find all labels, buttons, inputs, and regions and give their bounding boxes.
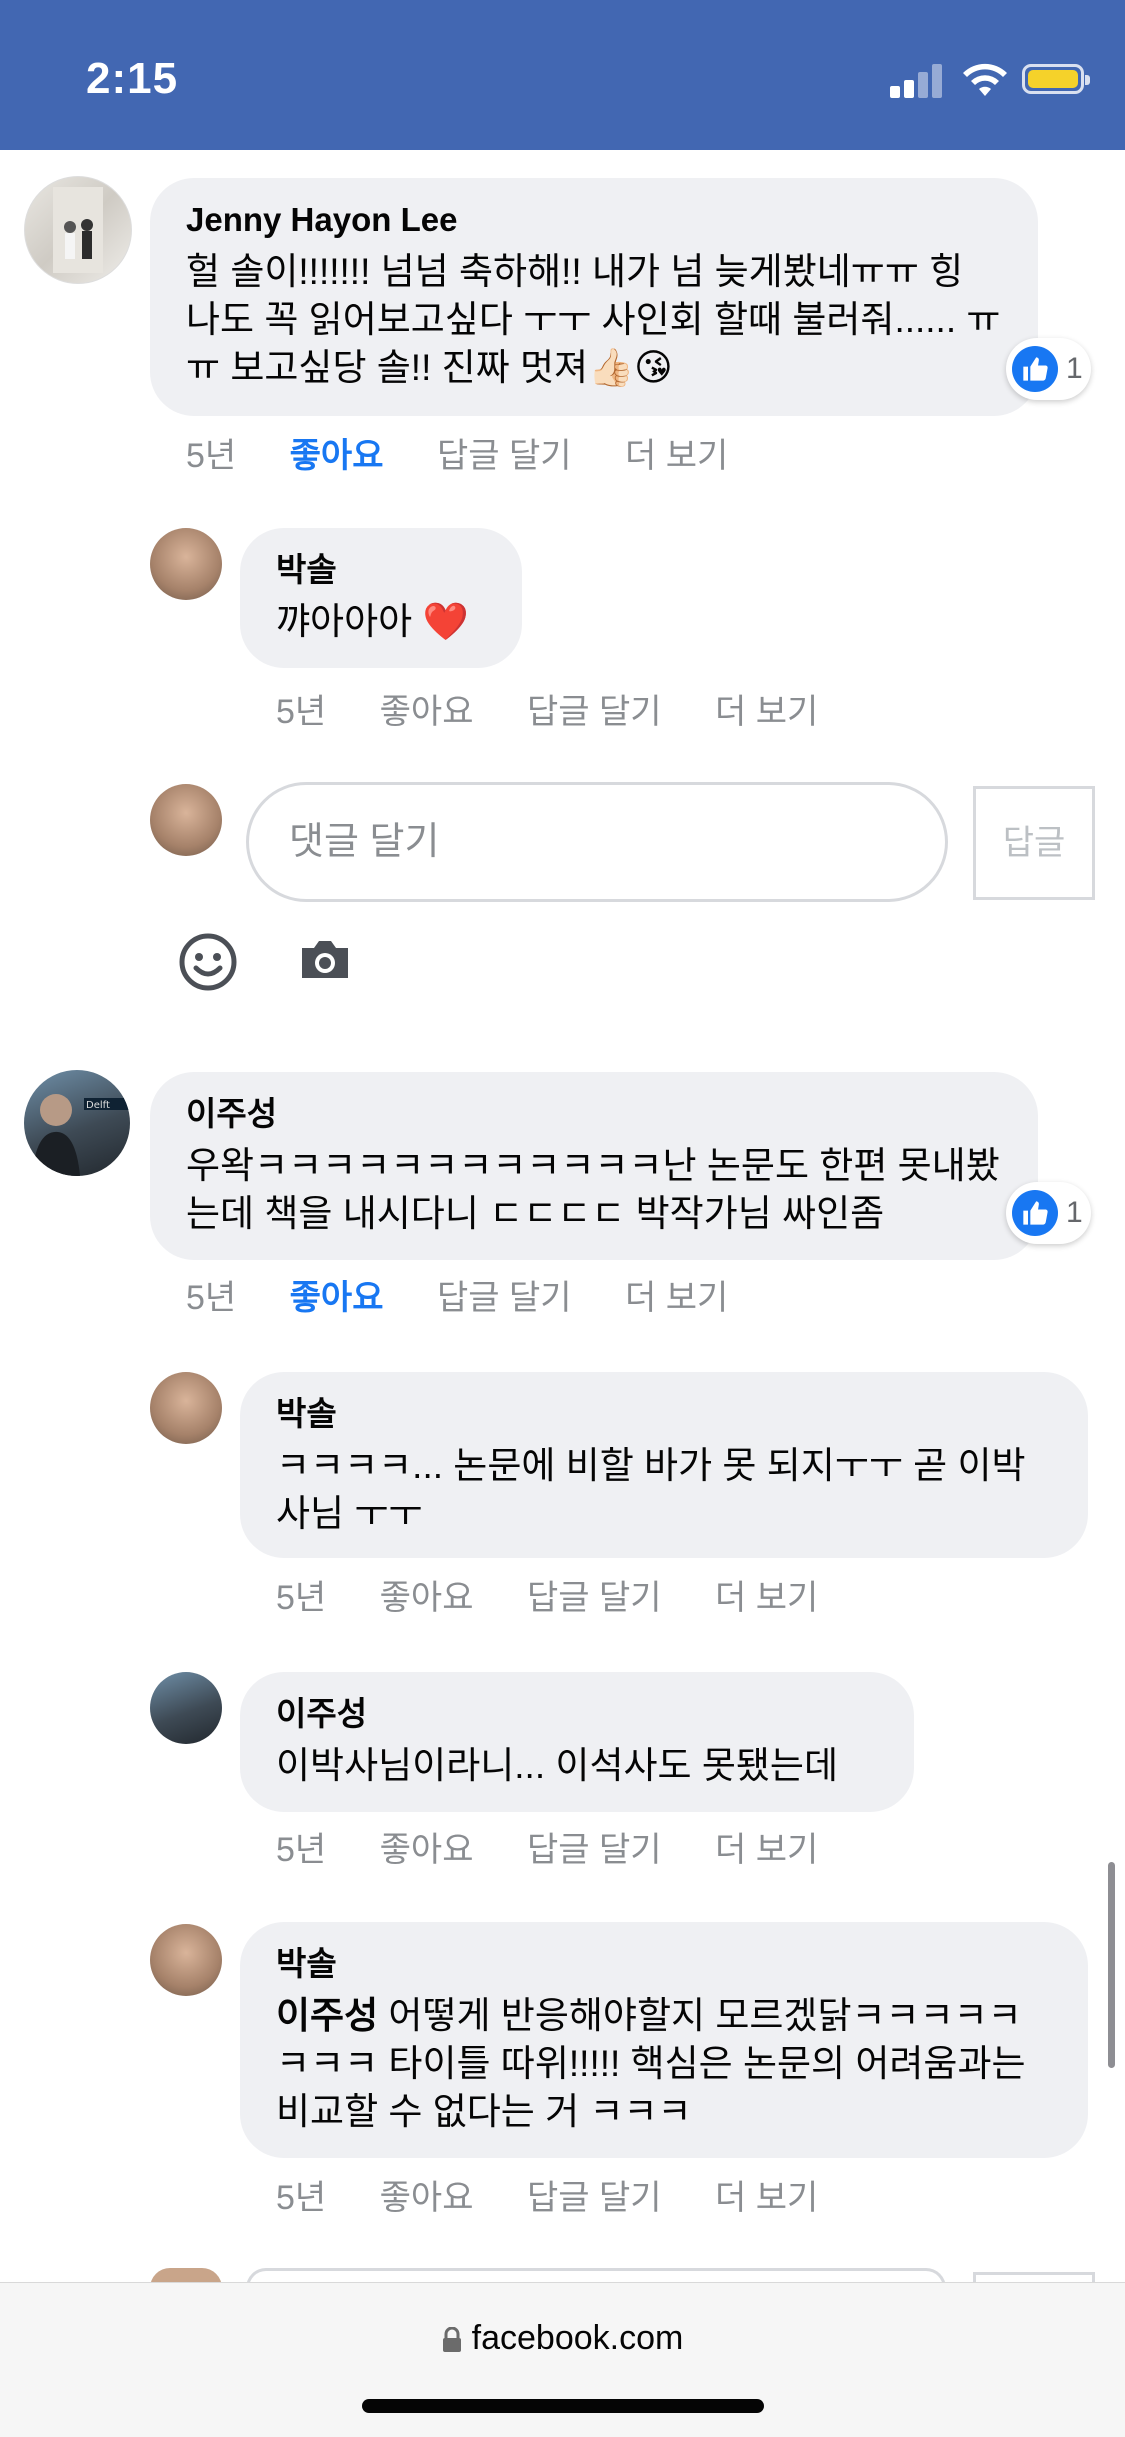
- reply-time[interactable]: 5년: [276, 2170, 326, 2219]
- battery-icon: [1022, 64, 1090, 94]
- comment-actions: 5년 좋아요 답글 달기 더 보기: [186, 428, 772, 477]
- mention-link[interactable]: 이주성: [276, 1995, 378, 2036]
- comment-text: 우왁ㅋㅋㅋㅋㅋㅋㅋㅋㅋㅋㅋㅋ난 논문도 한편 못내봤는데 책을 내시다니 ㄷㄷㄷ…: [186, 1145, 1000, 1234]
- reply-text: 꺄아아아 ❤️: [276, 601, 469, 642]
- like-button[interactable]: 좋아요: [380, 1570, 474, 1619]
- like-button[interactable]: 좋아요: [290, 1270, 384, 1319]
- avatar[interactable]: [150, 1372, 222, 1444]
- avatar[interactable]: [150, 528, 222, 600]
- like-reaction-icon: [1012, 1190, 1058, 1236]
- more-button[interactable]: 더 보기: [625, 428, 728, 477]
- reply-button[interactable]: 답글 달기: [527, 1822, 662, 1871]
- reply-author[interactable]: 박솔: [276, 548, 486, 592]
- comment-time[interactable]: 5년: [186, 1270, 236, 1319]
- comment-bubble: Jenny Hayon Lee 헐 솔이!!!!!!! 넘넘 축하해!! 내가 …: [150, 178, 1038, 416]
- reply-input[interactable]: 댓글 달기: [246, 782, 948, 902]
- reply-time[interactable]: 5년: [276, 1570, 326, 1619]
- browser-bottom-bar: facebook.com: [0, 2282, 1125, 2437]
- scrollbar[interactable]: [1108, 1862, 1115, 2068]
- avatar[interactable]: Delft: [24, 1070, 130, 1176]
- like-button[interactable]: 좋아요: [380, 684, 474, 733]
- like-button[interactable]: 좋아요: [380, 1822, 474, 1871]
- avatar[interactable]: [150, 1924, 222, 1996]
- reply-actions: 5년 좋아요 답글 달기 더 보기: [276, 1570, 862, 1619]
- reply-time[interactable]: 5년: [276, 684, 326, 733]
- reply-bubble: 박솔 이주성 어떻게 반응해야할지 모르겠닭ㅋㅋㅋㅋㅋㅋㅋㅋ 타이틀 따위!!!…: [240, 1922, 1088, 2158]
- more-button[interactable]: 더 보기: [715, 684, 818, 733]
- camera-icon[interactable]: [298, 936, 352, 982]
- reply-bubble: 이주성 이박사님이라니... 이석사도 못됐는데: [240, 1672, 914, 1812]
- reply-button[interactable]: 답글 달기: [527, 684, 662, 733]
- more-button[interactable]: 더 보기: [625, 1270, 728, 1319]
- reaction-count-value: 1: [1066, 352, 1083, 385]
- status-time: 2:15: [86, 54, 179, 103]
- comment-author[interactable]: 이주성: [186, 1092, 1002, 1136]
- comment-actions: 5년 좋아요 답글 달기 더 보기: [186, 1270, 772, 1319]
- reply-text-body: 어떻게 반응해야할지 모르겠닭ㅋㅋㅋㅋㅋㅋㅋㅋ 타이틀 따위!!!!! 핵심은 …: [276, 1995, 1026, 2132]
- avatar: [150, 784, 222, 856]
- url-text: facebook.com: [471, 2319, 684, 2357]
- reply-actions: 5년 좋아요 답글 달기 더 보기: [276, 1822, 862, 1871]
- reaction-count[interactable]: 1: [1006, 1182, 1091, 1244]
- comment-time[interactable]: 5년: [186, 428, 236, 477]
- home-indicator[interactable]: [362, 2399, 764, 2413]
- reply-author[interactable]: 박솔: [276, 1392, 1052, 1436]
- reply-actions: 5년 좋아요 답글 달기 더 보기: [276, 2170, 862, 2219]
- lock-icon: [442, 2327, 461, 2353]
- reply-time[interactable]: 5년: [276, 1822, 326, 1871]
- avatar[interactable]: [24, 176, 132, 284]
- like-button[interactable]: 좋아요: [290, 428, 384, 477]
- reply-submit-button[interactable]: 답글: [973, 786, 1095, 900]
- status-bar: 2:15: [0, 0, 1125, 150]
- comment-author[interactable]: Jenny Hayon Lee: [186, 198, 1002, 242]
- reply-button[interactable]: 답글 달기: [437, 428, 572, 477]
- reply-author[interactable]: 이주성: [276, 1692, 878, 1736]
- avatar[interactable]: [150, 1672, 222, 1744]
- reply-text: 이박사님이라니... 이석사도 못됐는데: [276, 1745, 838, 1786]
- reply-button[interactable]: 답글 달기: [527, 2170, 662, 2219]
- wifi-icon: [963, 63, 1007, 96]
- like-button[interactable]: 좋아요: [380, 2170, 474, 2219]
- like-reaction-icon: [1012, 346, 1058, 392]
- reaction-count[interactable]: 1: [1006, 338, 1091, 400]
- reaction-count-value: 1: [1066, 1196, 1083, 1229]
- comment-bubble: 이주성 우왁ㅋㅋㅋㅋㅋㅋㅋㅋㅋㅋㅋㅋ난 논문도 한편 못내봤는데 책을 내시다니…: [150, 1072, 1038, 1260]
- emoji-icon[interactable]: [178, 932, 238, 992]
- reply-button[interactable]: 답글 달기: [527, 1570, 662, 1619]
- reply-bubble: 박솔 꺄아아아 ❤️: [240, 528, 522, 668]
- reply-actions: 5년 좋아요 답글 달기 더 보기: [276, 684, 862, 733]
- more-button[interactable]: 더 보기: [715, 1570, 818, 1619]
- reply-text: 이주성 어떻게 반응해야할지 모르겠닭ㅋㅋㅋㅋㅋㅋㅋㅋ 타이틀 따위!!!!! …: [276, 1992, 1052, 2136]
- address-bar[interactable]: facebook.com: [0, 2319, 1125, 2358]
- more-button[interactable]: 더 보기: [715, 1822, 818, 1871]
- reply-author[interactable]: 박솔: [276, 1942, 1052, 1986]
- reply-bubble: 박솔 ㅋㅋㅋㅋ... 논문에 비할 바가 못 되지ㅜㅜ 곧 이박사님 ㅜㅜ: [240, 1372, 1088, 1558]
- comment-text: 헐 솔이!!!!!!! 넘넘 축하해!! 내가 넘 늦게봤네ㅠㅠ 힝 나도 꼭 …: [186, 251, 1001, 388]
- svg-text:Delft: Delft: [86, 1100, 110, 1111]
- reply-button[interactable]: 답글 달기: [437, 1270, 572, 1319]
- more-button[interactable]: 더 보기: [715, 2170, 818, 2219]
- cellular-signal-icon: [890, 64, 942, 98]
- reply-text: ㅋㅋㅋㅋ... 논문에 비할 바가 못 되지ㅜㅜ 곧 이박사님 ㅜㅜ: [276, 1445, 1026, 1534]
